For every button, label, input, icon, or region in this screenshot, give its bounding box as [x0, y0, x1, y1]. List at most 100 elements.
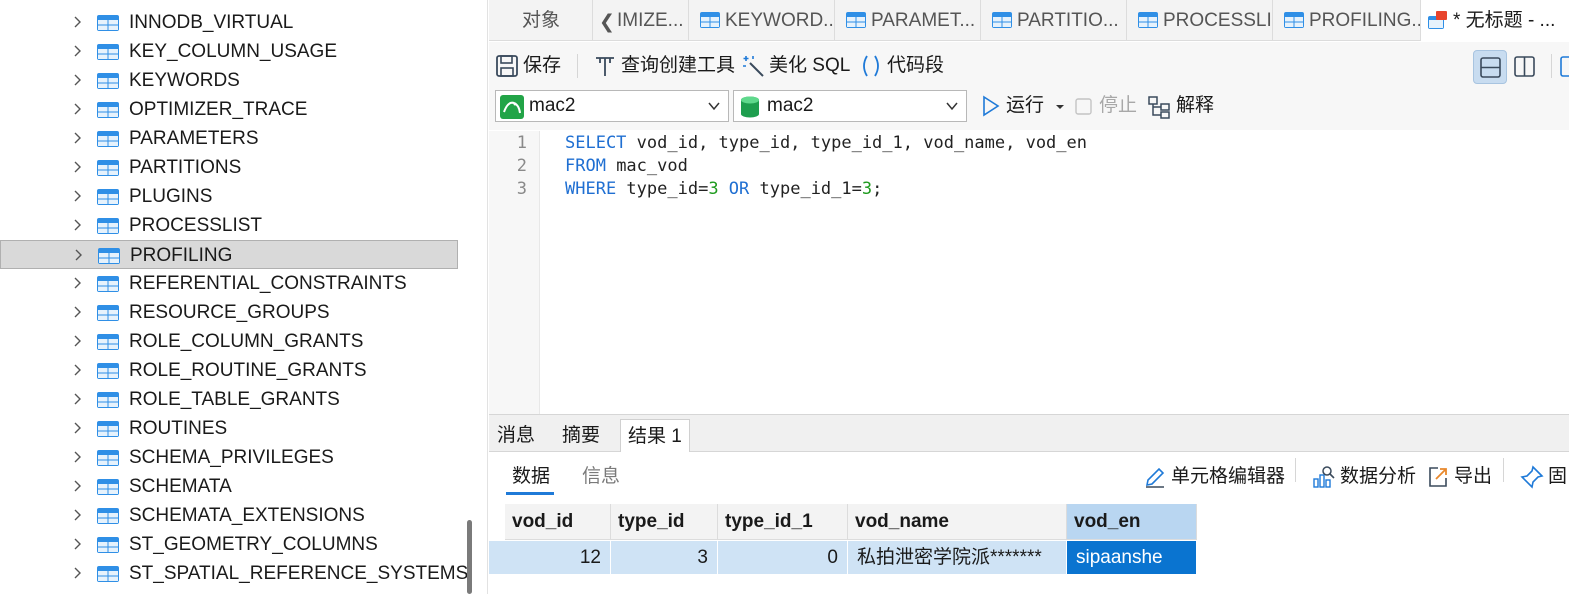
chevron-right-icon[interactable] [74, 249, 84, 261]
table-cell[interactable]: 3 [611, 541, 718, 574]
chevron-right-icon[interactable] [73, 364, 83, 376]
chevron-right-icon[interactable] [73, 74, 83, 86]
pin-button[interactable]: 固 [1520, 464, 1569, 490]
tab-profiling[interactable]: PROFILING... [1273, 0, 1421, 41]
table-cell[interactable]: 0 [718, 541, 848, 574]
sql-number: 3 [861, 179, 873, 199]
chevron-right-icon[interactable] [73, 219, 83, 231]
tree-scrollbar[interactable] [467, 520, 472, 594]
explain-icon [1148, 96, 1170, 119]
chevron-right-icon[interactable] [73, 306, 83, 318]
tree-item[interactable]: KEY_COLUMN_USAGE [0, 37, 458, 66]
table-cell[interactable]: 私拍泄密学院派******* [848, 541, 1067, 574]
chevron-down-icon [707, 99, 721, 118]
split-vertical-view-button[interactable] [1508, 50, 1542, 84]
chevron-right-icon[interactable] [73, 16, 83, 28]
tab-optimizer-trace[interactable]: ❮ IMIZE... [593, 0, 689, 41]
stop-button[interactable]: 停止 [1073, 90, 1137, 122]
data-analysis-button[interactable]: 数据分析 [1312, 464, 1416, 490]
tree-item[interactable]: ST_GEOMETRY_COLUMNS [0, 530, 458, 559]
chevron-right-icon[interactable] [73, 103, 83, 115]
result-tabs: 消息 摘要 结果 1 [489, 414, 1569, 452]
chevron-right-icon[interactable] [73, 161, 83, 173]
tree-item[interactable]: ROUTINES [0, 414, 458, 443]
run-button[interactable]: 运行 [979, 90, 1065, 122]
tab-data[interactable]: 数据 [512, 466, 550, 488]
column-header-vod-en[interactable]: vod_en [1067, 504, 1197, 540]
tree-item[interactable]: KEYWORDS [0, 66, 458, 95]
column-header-type-id[interactable]: type_id [611, 504, 718, 540]
column-header-vod-name[interactable]: vod_name [848, 504, 1067, 540]
tab-label: * 无标题 - ... [1453, 10, 1556, 31]
database-select[interactable]: mac2 [733, 90, 967, 122]
tab-info[interactable]: 信息 [582, 466, 620, 488]
chevron-right-icon[interactable] [73, 567, 83, 579]
tree-item[interactable]: PARAMETERS [0, 124, 458, 153]
tab-bar: 对象 ❮ IMIZE... KEYWORD... PARAMET... PART… [489, 0, 1569, 41]
chevron-right-icon[interactable] [73, 509, 83, 521]
tab-partitions[interactable]: PARTITIO... [981, 0, 1127, 41]
beautify-sql-button[interactable]: 美化 SQL [741, 52, 851, 80]
column-header-type-id-1[interactable]: type_id_1 [718, 504, 848, 540]
table-icon [96, 449, 120, 467]
table-icon [1283, 11, 1305, 29]
chevron-right-icon[interactable] [73, 277, 83, 289]
tab-result-1[interactable]: 结果 1 [620, 419, 690, 452]
tree-item[interactable]: PROCESSLIST [0, 211, 458, 240]
cell-editor-button[interactable]: 单元格编辑器 [1143, 464, 1285, 490]
tab-untitled-query[interactable]: * 无标题 - ... [1421, 0, 1569, 41]
tree-item[interactable]: REFERENTIAL_CONSTRAINTS [0, 269, 458, 298]
tree-item[interactable]: OPTIMIZER_TRACE [0, 95, 458, 124]
tab-keywords[interactable]: KEYWORD... [689, 0, 835, 41]
chevron-right-icon[interactable] [73, 480, 83, 492]
tree-item[interactable]: PLUGINS [0, 182, 458, 211]
tree-item[interactable]: PARTITIONS [0, 153, 458, 182]
sql-editor[interactable]: 1 2 3 SELECT vod_id, type_id, type_id_1,… [489, 131, 1569, 414]
tree-item-label: PARTITIONS [129, 157, 242, 178]
chevron-right-icon[interactable] [73, 45, 83, 57]
tree-item[interactable]: SCHEMATA_EXTENSIONS [0, 501, 458, 530]
tab-label: KEYWORD... [725, 10, 835, 31]
chevron-right-icon[interactable] [73, 538, 83, 550]
caret-down-icon[interactable] [1055, 104, 1065, 110]
tree-item[interactable]: SCHEMA_PRIVILEGES [0, 443, 458, 472]
table-cell[interactable]: 12 [505, 541, 611, 574]
beautify-sql-label: 美化 SQL [769, 55, 851, 76]
chevron-right-icon[interactable] [73, 335, 83, 347]
tree-item-label: SCHEMATA_EXTENSIONS [129, 505, 365, 526]
connection-select[interactable]: mac2 [495, 90, 729, 122]
tree-item[interactable]: ROLE_TABLE_GRANTS [0, 385, 458, 414]
tab-summary[interactable]: 摘要 [555, 419, 607, 452]
table-cell-selected[interactable]: sipaanshe [1067, 541, 1197, 574]
save-button[interactable]: 保存 [495, 52, 565, 80]
tree-item[interactable]: INNODB_VIRTUAL [0, 8, 458, 37]
table-icon [96, 101, 120, 119]
split-horizontal-view-button[interactable] [1473, 50, 1507, 84]
tab-messages[interactable]: 消息 [490, 419, 542, 452]
chevron-right-icon[interactable] [73, 393, 83, 405]
magic-wand-icon [741, 54, 765, 78]
query-builder-button[interactable]: 查询创建工具 [593, 52, 735, 80]
chevron-right-icon[interactable] [73, 422, 83, 434]
tab-objects[interactable]: 对象 [489, 0, 593, 41]
tree-item-label: PARAMETERS [129, 128, 259, 149]
tree-item[interactable]: ROLE_ROUTINE_GRANTS [0, 356, 458, 385]
export-button[interactable]: 导出 [1426, 464, 1492, 490]
tree-item[interactable]: ST_SPATIAL_REFERENCE_SYSTEMS [0, 559, 468, 588]
tab-parameters[interactable]: PARAMET... [835, 0, 981, 41]
chevron-right-icon[interactable] [73, 132, 83, 144]
tree-item[interactable]: RESOURCE_GROUPS [0, 298, 458, 327]
tree-item[interactable]: SCHEMATA [0, 472, 458, 501]
chevron-right-icon[interactable] [73, 190, 83, 202]
column-header-vod-id[interactable]: vod_id [505, 504, 611, 540]
tree-item[interactable]: PROFILING [0, 240, 458, 269]
tab-processlist[interactable]: PROCESSLI... [1127, 0, 1273, 41]
panel-toggle-button[interactable] [1555, 50, 1569, 84]
tree-item[interactable]: ROLE_COLUMN_GRANTS [0, 327, 458, 356]
table-icon [96, 362, 120, 380]
connection-bar: mac2 mac2 运行 停止 解释 [489, 90, 1569, 130]
chevron-right-icon[interactable] [73, 451, 83, 463]
chevron-left-icon[interactable]: ❮ [599, 11, 615, 34]
code-snippet-button[interactable]: 代码段 [859, 52, 949, 80]
explain-button[interactable]: 解释 [1148, 90, 1218, 122]
